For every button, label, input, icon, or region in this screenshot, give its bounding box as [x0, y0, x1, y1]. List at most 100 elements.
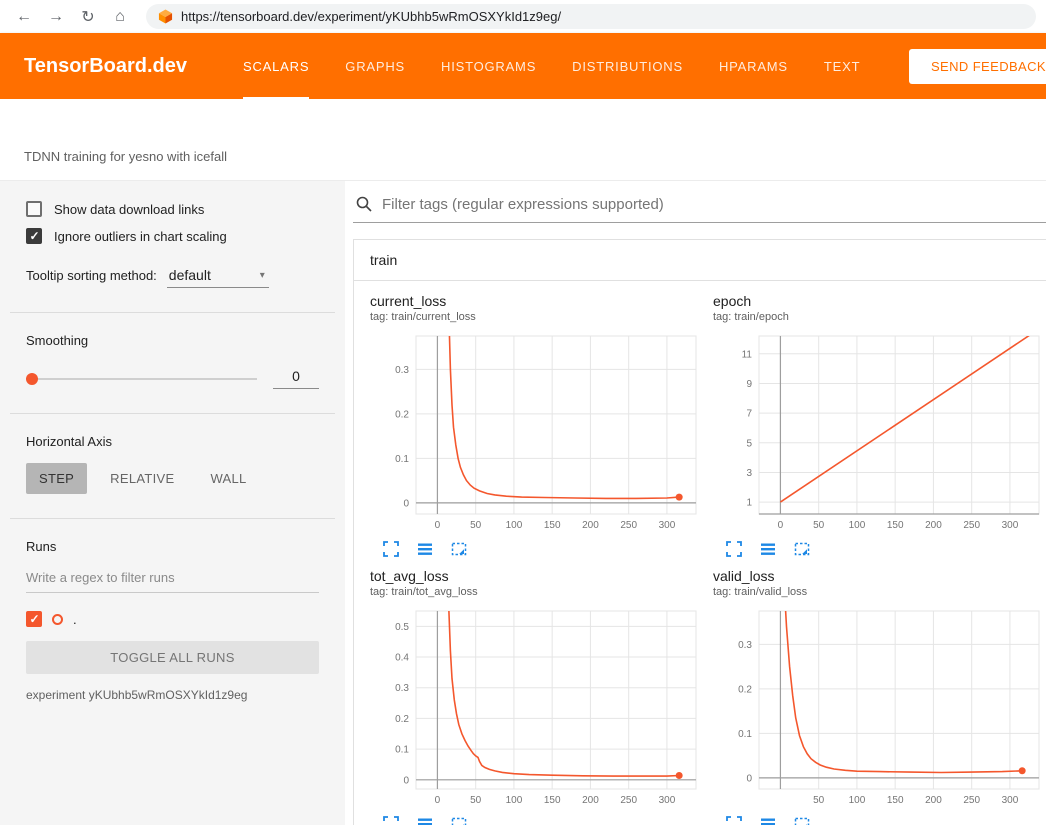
svg-text:0.4: 0.4 [395, 653, 409, 664]
send-feedback-button[interactable]: SEND FEEDBACK [909, 49, 1046, 84]
run-name: . [73, 612, 77, 627]
chart-toolbar [370, 540, 710, 558]
axis-wall-button[interactable]: WALL [197, 463, 259, 494]
svg-text:9: 9 [746, 379, 752, 390]
tab-hparams[interactable]: HPARAMS [719, 33, 788, 99]
tab-text[interactable]: TEXT [824, 33, 860, 99]
fit-domain-icon[interactable] [450, 540, 468, 558]
svg-text:200: 200 [582, 520, 599, 531]
line-chart[interactable]: 00.10.20.350100150200250300 [713, 605, 1045, 811]
svg-text:200: 200 [925, 795, 942, 806]
tab-distributions[interactable]: DISTRIBUTIONS [572, 33, 683, 99]
tab-histograms[interactable]: HISTOGRAMS [441, 33, 536, 99]
svg-text:7: 7 [746, 409, 752, 420]
chart-toolbar [713, 540, 1046, 558]
experiment-title: TDNN training for yesno with icefall [24, 149, 227, 164]
fit-domain-icon[interactable] [450, 815, 468, 825]
line-chart[interactable]: 1357911050100150200250300 [713, 330, 1045, 536]
back-icon[interactable]: ← [10, 8, 38, 26]
svg-text:0.1: 0.1 [395, 454, 409, 465]
settings-sidebar: Show data download links Ignore outliers… [0, 181, 345, 825]
data-table-icon[interactable] [416, 540, 434, 558]
smoothing-label: Smoothing [26, 333, 319, 348]
data-table-icon[interactable] [416, 815, 434, 825]
chart-tag: tag: train/valid_loss [713, 586, 1046, 598]
line-chart[interactable]: 00.10.20.3050100150200250300 [370, 330, 702, 536]
chart-card: current_loss tag: train/current_loss 00.… [370, 293, 710, 558]
show-download-links-checkbox[interactable] [26, 201, 42, 217]
svg-text:50: 50 [813, 520, 825, 531]
data-table-icon[interactable] [759, 540, 777, 558]
smoothing-slider[interactable] [26, 378, 257, 380]
divider [10, 312, 335, 313]
svg-text:200: 200 [925, 520, 942, 531]
show-download-links-label: Show data download links [54, 202, 204, 217]
fullscreen-icon[interactable] [725, 815, 743, 825]
svg-text:0.2: 0.2 [738, 684, 752, 695]
svg-text:0.1: 0.1 [395, 745, 409, 756]
svg-text:1: 1 [746, 498, 752, 509]
chart-card: valid_loss tag: train/valid_loss 0 0.1 0.2… [713, 568, 1046, 825]
forward-icon[interactable]: → [42, 8, 70, 26]
svg-text:200: 200 [582, 795, 599, 806]
experiment-id-note: experiment yKUbhb5wRmOSXYkId1z9eg [26, 688, 319, 702]
subheader: TDNN training for yesno with icefall [0, 99, 1046, 180]
run-checkbox[interactable] [26, 611, 42, 627]
svg-text:0.2: 0.2 [395, 714, 409, 725]
smoothing-value-input[interactable]: 0 [273, 368, 319, 389]
chart-card: tot_avg_loss tag: train/tot_avg_loss 00.… [370, 568, 710, 825]
tab-graphs[interactable]: GRAPHS [345, 33, 405, 99]
svg-text:50: 50 [470, 795, 482, 806]
tab-scalars[interactable]: SCALARS [243, 33, 309, 99]
url-text: https://tensorboard.dev/experiment/yKUbh… [181, 9, 561, 24]
fit-domain-icon[interactable] [793, 540, 811, 558]
horizontal-axis-buttons: STEP RELATIVE WALL [26, 463, 319, 494]
fit-domain-icon[interactable] [793, 815, 811, 825]
chart-tag: tag: train/current_loss [370, 311, 710, 323]
svg-text:0.2: 0.2 [395, 409, 409, 420]
chart-toolbar [370, 815, 710, 825]
svg-text:0: 0 [435, 520, 441, 531]
svg-text:0.3: 0.3 [738, 640, 752, 651]
tooltip-sorting-row: Tooltip sorting method: default ▾ [26, 266, 319, 288]
svg-text:100: 100 [849, 520, 866, 531]
data-table-icon[interactable] [759, 815, 777, 825]
svg-text:0.1: 0.1 [738, 729, 752, 740]
svg-text:0: 0 [403, 498, 409, 509]
train-section-header[interactable]: train [354, 240, 1046, 281]
svg-text:0.5: 0.5 [395, 622, 409, 633]
svg-text:0: 0 [746, 773, 752, 784]
nav-tabs: SCALARS GRAPHS HISTOGRAMS DISTRIBUTIONS … [243, 33, 896, 99]
fullscreen-icon[interactable] [382, 815, 400, 825]
svg-text:300: 300 [659, 795, 676, 806]
smoothing-slider-row: 0 [26, 368, 319, 389]
fullscreen-icon[interactable] [382, 540, 400, 558]
slider-handle[interactable] [26, 373, 38, 385]
chart-title: valid_loss [713, 568, 1046, 584]
home-icon[interactable]: ⌂ [106, 8, 134, 26]
svg-text:50: 50 [470, 520, 482, 531]
toggle-all-runs-button[interactable]: TOGGLE ALL RUNS [26, 641, 319, 674]
axis-relative-button[interactable]: RELATIVE [97, 463, 187, 494]
svg-text:100: 100 [506, 520, 523, 531]
tooltip-sorting-value: default [169, 267, 211, 283]
svg-text:100: 100 [506, 795, 523, 806]
svg-text:50: 50 [813, 795, 825, 806]
svg-text:250: 250 [963, 520, 980, 531]
tensorboard-logo[interactable]: TensorBoard.dev [24, 55, 187, 78]
address-bar[interactable]: https://tensorboard.dev/experiment/yKUbh… [146, 4, 1036, 29]
charts-grid: current_loss tag: train/current_loss 00.… [354, 281, 1046, 825]
divider [10, 413, 335, 414]
filter-tags-row[interactable]: Filter tags (regular expressions support… [353, 191, 1046, 223]
svg-text:11: 11 [742, 349, 753, 360]
runs-filter-input[interactable]: Write a regex to filter runs [26, 570, 319, 593]
svg-text:150: 150 [887, 795, 904, 806]
chart-tag: tag: train/epoch [713, 311, 1046, 323]
tooltip-sorting-select[interactable]: default ▾ [167, 266, 269, 288]
ignore-outliers-checkbox[interactable] [26, 228, 42, 244]
refresh-icon[interactable]: ↻ [74, 7, 102, 27]
axis-step-button[interactable]: STEP [26, 463, 87, 494]
fullscreen-icon[interactable] [725, 540, 743, 558]
line-chart[interactable]: 00.10.20.30.40.5050100150200250300 [370, 605, 702, 811]
ignore-outliers-label: Ignore outliers in chart scaling [54, 229, 227, 244]
